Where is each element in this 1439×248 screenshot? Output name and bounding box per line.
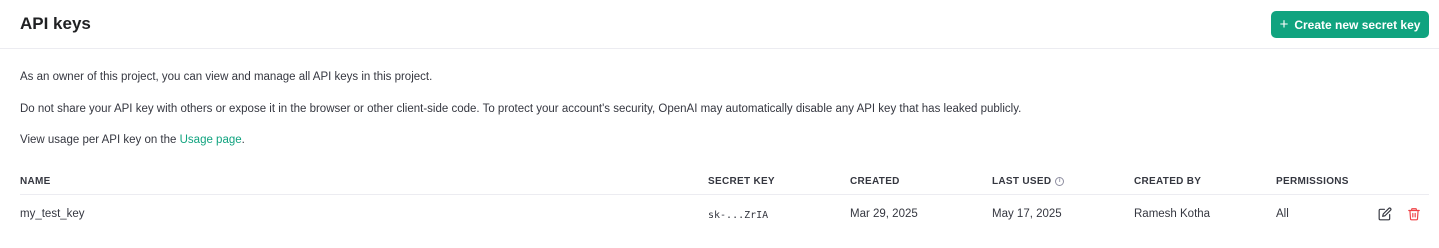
- security-warning: Do not share your API key with others or…: [20, 103, 1022, 115]
- key-name: my_test_key: [20, 208, 85, 220]
- page-title: API keys: [20, 14, 91, 33]
- table-header-divider: [20, 194, 1429, 195]
- created-date: Mar 29, 2025: [850, 208, 918, 220]
- column-header-last-used: LAST USED i: [992, 176, 1065, 187]
- create-new-secret-key-button[interactable]: + Create new secret key: [1271, 11, 1429, 38]
- usage-page-link[interactable]: Usage page: [180, 134, 242, 146]
- secret-key: sk-...ZrIA: [708, 210, 769, 221]
- plus-icon: +: [1279, 16, 1289, 33]
- page-header: API keys + Create new secret key: [0, 0, 1439, 49]
- column-header-created-by: CREATED BY: [1134, 176, 1202, 187]
- permissions: All: [1276, 208, 1289, 220]
- usage-description: View usage per API key on the Usage page…: [20, 134, 245, 146]
- trash-icon[interactable]: [1406, 206, 1422, 222]
- owner-description: As an owner of this project, you can vie…: [20, 71, 433, 83]
- table-row: my_test_key sk-...ZrIA Mar 29, 2025 May …: [0, 198, 1439, 232]
- column-header-name: NAME: [20, 176, 51, 187]
- edit-icon[interactable]: [1377, 206, 1393, 222]
- column-header-created: CREATED: [850, 176, 900, 187]
- created-by: Ramesh Kotha: [1134, 208, 1211, 220]
- column-header-secret-key: SECRET KEY: [708, 176, 775, 187]
- last-used-date: May 17, 2025: [992, 208, 1062, 220]
- column-header-last-used-label: LAST USED: [992, 176, 1052, 187]
- usage-prefix: View usage per API key on the: [20, 134, 180, 146]
- column-header-permissions: PERMISSIONS: [1276, 176, 1349, 187]
- info-icon[interactable]: i: [1055, 177, 1065, 186]
- usage-suffix: .: [241, 134, 245, 146]
- create-button-label: Create new secret key: [1294, 17, 1421, 32]
